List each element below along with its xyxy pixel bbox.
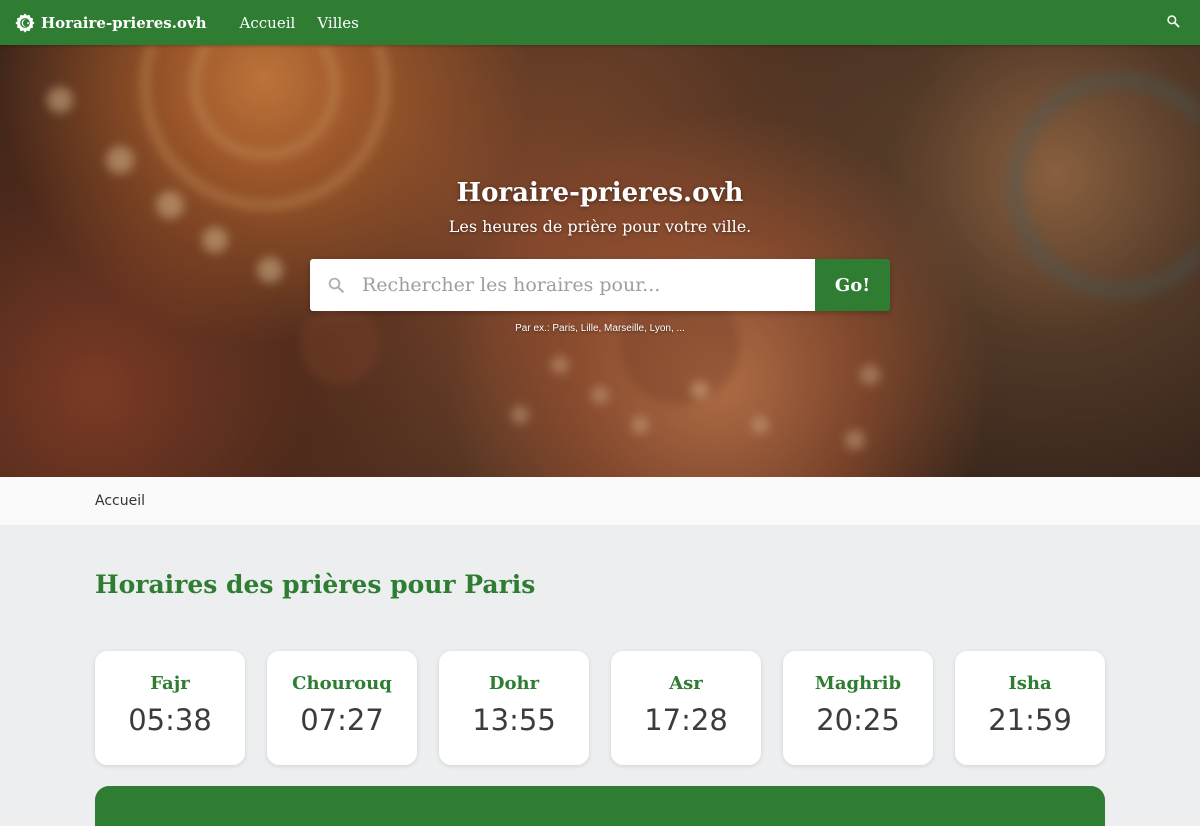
brand-name: Horaire-prieres.ovh [41,13,207,32]
city-search-input[interactable] [362,259,815,311]
search-field-icon [328,277,344,293]
prayer-name: Asr [669,673,703,694]
nav-link-accueil[interactable]: Accueil [240,14,296,32]
gear-logo-icon [15,12,35,33]
search-field [310,259,815,311]
prayer-name: Dohr [488,673,540,694]
prayer-time: 21:59 [988,703,1072,737]
prayer-time: 17:28 [644,703,728,737]
prayer-card-maghrib: Maghrib 20:25 [783,651,933,765]
hero-subtitle: Les heures de prière pour votre ville. [448,217,752,236]
prayer-card-asr: Asr 17:28 [611,651,761,765]
prayer-name: Isha [1008,673,1052,694]
prayer-card-fajr: Fajr 05:38 [95,651,245,765]
brand-link[interactable]: Horaire-prieres.ovh [14,12,207,34]
search-hint: Par ex.: Paris, Lille, Marseille, Lyon, … [515,323,685,334]
prayer-name: Maghrib [814,673,902,694]
prayer-time: 13:55 [472,703,556,737]
top-navbar: Horaire-prieres.ovh Accueil Villes [0,0,1200,45]
prayer-name: Chourouq [292,673,392,694]
prayer-name: Fajr [150,673,190,694]
nav-link-villes[interactable]: Villes [317,14,359,32]
prayer-time: 05:38 [128,703,212,737]
prayer-card-chourouq: Chourouq 07:27 [267,651,417,765]
prayer-time: 07:27 [300,703,384,737]
hero-title: Horaire-prieres.ovh [456,178,744,208]
prayer-card-isha: Isha 21:59 [955,651,1105,765]
go-button[interactable]: Go! [815,259,890,311]
next-prayer-panel [95,786,1105,826]
city-search-form: Go! [310,259,890,311]
prayer-time: 20:25 [816,703,900,737]
breadcrumb: Accueil [0,477,1200,525]
page-title: Horaires des prières pour Paris [95,570,536,599]
prayer-times-list: Fajr 05:38 Chourouq 07:27 Dohr 13:55 Asr… [95,651,1105,765]
breadcrumb-item-accueil[interactable]: Accueil [95,493,145,509]
prayer-card-dohr: Dohr 13:55 [439,651,589,765]
search-icon[interactable] [1166,14,1180,28]
hero-banner: Horaire-prieres.ovh Les heures de prière… [0,45,1200,477]
